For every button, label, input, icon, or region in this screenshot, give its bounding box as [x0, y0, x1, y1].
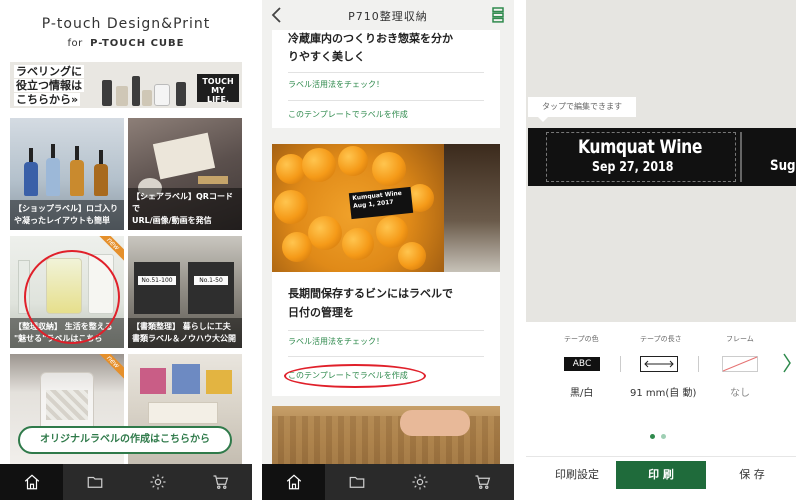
- banner-line: ラベリングに: [14, 65, 84, 78]
- touch-my-life-logo: TOUCH MY LIFE.: [197, 74, 239, 104]
- category-tile-share-label[interactable]: 【シェアラベル】QRコードで URL/画像/動画を発信: [128, 118, 242, 230]
- tab-home[interactable]: [262, 464, 325, 500]
- subtitle-prefix: for: [67, 38, 83, 49]
- create-with-template-link[interactable]: このテンプレートでラベルを作成: [272, 109, 500, 120]
- tab-settings[interactable]: [388, 464, 451, 500]
- home-icon: [286, 474, 301, 490]
- next-label-text[interactable]: Suga: [770, 158, 796, 174]
- tape-color-value: 黒/白: [570, 388, 594, 399]
- tile-caption: 【シェアラベル】QRコードで URL/画像/動画を発信: [128, 188, 242, 230]
- app-title: P-touch Design&Print: [41, 16, 211, 32]
- card-description: 冷蔵庫内のつくりおき惣菜を分か りやすく美しく: [272, 30, 500, 66]
- folder-icon: [87, 476, 102, 488]
- template-card-fridge: 冷蔵庫内のつくりおき惣菜を分か りやすく美しく ラベル活用法をチェック！ このテ…: [272, 30, 500, 128]
- list-menu-icon[interactable]: [492, 7, 504, 23]
- print-button[interactable]: 印 刷: [616, 461, 706, 489]
- tile-caption: 【書類整理】 暮らしに工夫 書類ラベル＆ノウハウ大公開: [128, 318, 242, 348]
- basket-photo: [272, 406, 500, 464]
- tab-cart[interactable]: [189, 464, 252, 500]
- logo-line: TOUCH: [202, 77, 234, 86]
- category-tile-shop-label[interactable]: 【ショップラベル】ロゴ入り や凝ったレイアウトも簡単: [10, 118, 124, 230]
- banner-image: [102, 70, 202, 106]
- caption-line: URL/画像/動画を発信: [132, 216, 212, 225]
- tape-text-line2[interactable]: Sep 27, 2018: [592, 160, 673, 175]
- label-preview-area: タップで編集できます Kumquat Wine Sep 27, 2018 Sug…: [526, 0, 796, 322]
- page-dot[interactable]: [650, 434, 655, 439]
- tile-caption: 【ショップラベル】ロゴ入り や凝ったレイアウトも簡単: [10, 200, 124, 230]
- print-settings-button[interactable]: 印刷設定: [540, 461, 614, 489]
- app-subtitle: for P-TOUCH CUBE: [0, 38, 252, 49]
- tab-folder[interactable]: [63, 464, 126, 500]
- check-usage-link[interactable]: ラベル活用法をチェック！: [272, 336, 400, 347]
- cart-icon: [213, 475, 228, 489]
- banner-line: 役立つ情報は: [14, 79, 84, 92]
- tab-folder[interactable]: [325, 464, 388, 500]
- chevron-right-icon[interactable]: [782, 352, 792, 374]
- label-separator: [740, 132, 742, 182]
- template-card-basket: [272, 406, 500, 464]
- tape-length-label: テープの長さ: [640, 335, 682, 343]
- edit-hint-tooltip: タップで編集できます: [528, 97, 636, 122]
- card-description: 長期間保存するビンにはラベルで 日付の管理を: [272, 284, 469, 322]
- gear-icon: [412, 474, 427, 490]
- jar-label: Kumquat Wine Aug 1, 2017: [348, 186, 414, 220]
- app-header: P-touch Design&Print for P-TOUCH CUBE: [0, 0, 252, 60]
- nav-bar: P710整理収納: [262, 0, 514, 30]
- tape-color-label: テープの色: [564, 335, 599, 343]
- length-arrow-icon[interactable]: [640, 356, 678, 372]
- divider: [620, 356, 621, 372]
- home-icon: [24, 474, 39, 490]
- tab-cart[interactable]: [451, 464, 514, 500]
- tab-home[interactable]: [0, 464, 63, 500]
- description-line: 冷蔵庫内のつくりおき惣菜を分か: [288, 32, 453, 45]
- divider: [698, 356, 699, 372]
- label-tape-preview[interactable]: Kumquat Wine Sep 27, 2018 Suga: [528, 128, 796, 186]
- category-tile-documents[interactable]: No.51-100 No.1-50 【書類整理】 暮らしに工夫 書類ラベル＆ノウ…: [128, 236, 242, 348]
- red-circle-annotation: [24, 250, 120, 344]
- caption-line: や凝ったレイアウトも簡単: [14, 216, 110, 225]
- label-properties: テープの色 テープの長さ フレーム ABC 黒/白 91 mm(自 動) なし: [526, 326, 796, 406]
- cart-icon: [475, 475, 490, 489]
- frame-value: なし: [730, 388, 750, 399]
- jar-photo: Kumquat Wine Aug 1, 2017: [272, 144, 500, 272]
- frame-label: フレーム: [726, 335, 754, 343]
- tape-color-option[interactable]: ABC: [564, 357, 600, 371]
- red-oval-annotation: [284, 364, 426, 388]
- template-list-screen: P710整理収納 冷蔵庫内のつくりおき惣菜を分か りやすく美しく ラベル活用法を…: [262, 0, 514, 500]
- gear-icon: [150, 474, 165, 490]
- caption-line: 【シェアラベル】QRコードで: [132, 192, 233, 213]
- caption-line: 【ショップラベル】ロゴ入り: [14, 204, 118, 213]
- description-line: 日付の管理を: [288, 306, 354, 319]
- nav-title: P710整理収納: [348, 10, 428, 23]
- label-editor-screen: タップで編集できます Kumquat Wine Sep 27, 2018 Sug…: [526, 0, 796, 500]
- tab-settings[interactable]: [126, 464, 189, 500]
- logo-line: MY LIFE.: [206, 86, 230, 104]
- shelf-label: No.51-100: [138, 276, 176, 285]
- subtitle-product: P-TOUCH CUBE: [90, 38, 185, 49]
- caption-line: 書類ラベル＆ノウハウ大公開: [132, 334, 236, 343]
- description-line: 長期間保存するビンにはラベルで: [288, 287, 453, 300]
- template-card-jar: Kumquat Wine Aug 1, 2017 長期間保存するビンにはラベルで…: [272, 144, 500, 396]
- bottom-tab-bar: [262, 464, 514, 500]
- caption-line: 【書類整理】 暮らしに工夫: [132, 322, 231, 331]
- description-line: りやすく美しく: [288, 50, 365, 63]
- home-screen: P-touch Design&Print for P-TOUCH CUBE ラベ…: [0, 0, 252, 500]
- banner-text: ラベリングに 役立つ情報は こちらから»: [14, 65, 84, 107]
- banner-line: こちらから»: [14, 93, 81, 106]
- info-banner[interactable]: ラベリングに 役立つ情報は こちらから» TOUCH MY LIFE.: [10, 62, 242, 108]
- action-bar: 印刷設定 印 刷 保 存: [526, 456, 796, 500]
- save-button[interactable]: 保 存: [722, 461, 782, 489]
- tape-length-value: 91 mm(自 動): [630, 388, 697, 399]
- bottom-tab-bar: [0, 464, 252, 500]
- page-dot[interactable]: [661, 434, 666, 439]
- create-original-label-button[interactable]: オリジナルラベルの作成はこちらから: [18, 426, 232, 454]
- check-usage-link[interactable]: ラベル活用法をチェック！: [272, 79, 500, 90]
- page-indicator: [650, 434, 666, 439]
- tape-text-line1[interactable]: Kumquat Wine: [578, 136, 702, 158]
- folder-icon: [349, 476, 364, 488]
- shelf-label: No.1-50: [194, 276, 228, 285]
- no-frame-icon[interactable]: [722, 356, 758, 372]
